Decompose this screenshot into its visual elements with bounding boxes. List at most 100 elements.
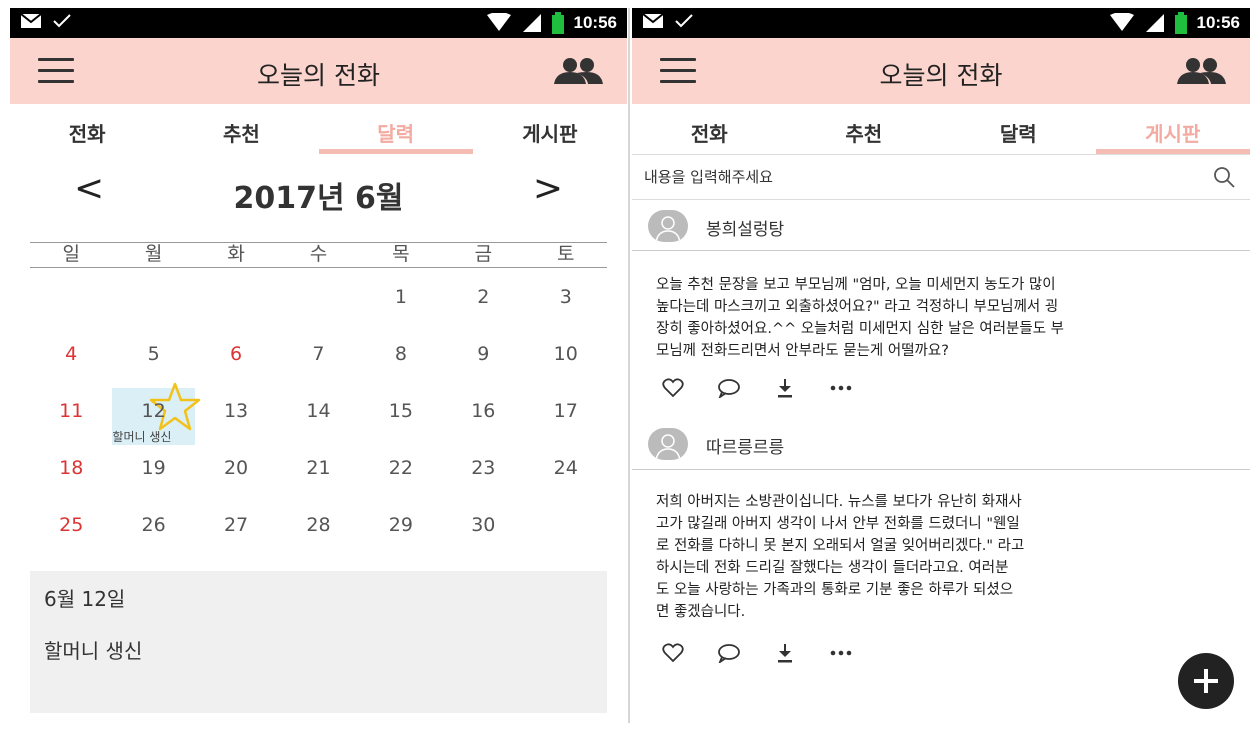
- calendar-day[interactable]: 16: [442, 388, 524, 445]
- download-icon[interactable]: [770, 642, 800, 664]
- post-divider: [632, 250, 1250, 251]
- day-number: 3: [559, 286, 572, 308]
- calendar-day[interactable]: 2: [442, 274, 524, 331]
- avatar[interactable]: [648, 428, 688, 460]
- day-number: 11: [59, 400, 84, 422]
- tab-calendar[interactable]: 달력: [941, 104, 1096, 154]
- download-icon[interactable]: [770, 377, 800, 399]
- calendar-day[interactable]: 3: [525, 274, 607, 331]
- calendar-day[interactable]: 11: [30, 388, 112, 445]
- calendar-day[interactable]: 29: [360, 502, 442, 559]
- calendar-screen: 10:56 오늘의 전화 전화 추천 달력 게시판 < 2017년 6월 > 일…: [10, 8, 627, 723]
- avatar[interactable]: [648, 210, 688, 242]
- detail-date: 6월 12일: [44, 587, 126, 611]
- detail-event: 할머니 생신: [44, 639, 143, 663]
- calendar-grid: 1 2 3 4 5 6 7 8 9 10 11 12 할머니 생신 13 14 15 16 17 18 19 20 21 2…: [30, 274, 607, 559]
- tab-recommend[interactable]: 추천: [787, 104, 942, 154]
- calendar-day[interactable]: 6: [195, 331, 277, 388]
- day-number: 25: [59, 514, 84, 536]
- calendar-day[interactable]: 5: [112, 331, 194, 388]
- calendar-day[interactable]: 14: [277, 388, 359, 445]
- calendar-day[interactable]: 13: [195, 388, 277, 445]
- day-number: 1: [394, 286, 407, 308]
- calendar-day[interactable]: 15: [360, 388, 442, 445]
- weekday-label: 일: [62, 243, 80, 265]
- calendar-day[interactable]: 28: [277, 502, 359, 559]
- calendar-week: 1 2 3: [30, 274, 607, 331]
- calendar-day[interactable]: 22: [360, 445, 442, 502]
- day-number: 10: [553, 343, 578, 365]
- more-icon[interactable]: [826, 377, 856, 399]
- calendar-day: [112, 274, 194, 331]
- search-input[interactable]: [642, 163, 1186, 191]
- calendar-day[interactable]: 25: [30, 502, 112, 559]
- status-bar: 10:56: [632, 8, 1250, 38]
- weekday-label: 목: [392, 243, 410, 265]
- calendar-day[interactable]: 21: [277, 445, 359, 502]
- day-number: 21: [306, 457, 331, 479]
- tab-recommend[interactable]: 추천: [164, 104, 318, 154]
- calendar-day[interactable]: 20: [195, 445, 277, 502]
- day-number: 5: [147, 343, 160, 365]
- heart-icon[interactable]: [658, 377, 688, 399]
- tab-call[interactable]: 전화: [632, 104, 787, 154]
- screen-divider: [628, 8, 630, 723]
- post-author[interactable]: 따르릉르릉: [706, 433, 784, 458]
- app-bar: 오늘의 전화: [632, 38, 1250, 104]
- calendar-day[interactable]: 17: [525, 388, 607, 445]
- month-navigation: < 2017년 6월 >: [10, 168, 627, 218]
- day-number: 14: [306, 400, 331, 422]
- battery-icon: [551, 12, 564, 34]
- calendar-day: [195, 274, 277, 331]
- day-number: 27: [223, 514, 249, 536]
- calendar-day[interactable]: 24: [525, 445, 607, 502]
- calendar-day[interactable]: 12 할머니 생신: [112, 382, 201, 445]
- tab-calendar[interactable]: 달력: [318, 104, 474, 154]
- tab-call[interactable]: 전화: [10, 104, 164, 154]
- calendar-week: 4 5 6 7 8 9 10: [30, 331, 607, 388]
- heart-icon[interactable]: [658, 642, 688, 664]
- calendar-day[interactable]: 1: [360, 274, 442, 331]
- day-number: 13: [223, 400, 249, 422]
- clock: 10:56: [1196, 13, 1240, 32]
- tab-bar: 전화 추천 달력 게시판: [10, 104, 627, 154]
- calendar-day[interactable]: 26: [112, 502, 194, 559]
- weekday-label: 화: [227, 243, 245, 265]
- day-number: 26: [141, 514, 166, 536]
- calendar-day[interactable]: 8: [360, 331, 442, 388]
- weekday-label: 토: [557, 243, 575, 265]
- next-month-button[interactable]: >: [533, 168, 563, 209]
- day-number: 24: [553, 457, 578, 479]
- calendar-day[interactable]: 23: [442, 445, 524, 502]
- day-number: 28: [306, 514, 331, 536]
- comment-icon[interactable]: [714, 377, 744, 399]
- search-icon[interactable]: [1212, 165, 1236, 189]
- day-number: 20: [223, 457, 249, 479]
- calendar-day[interactable]: 4: [30, 331, 112, 388]
- calendar-day[interactable]: 10: [525, 331, 607, 388]
- day-number: 7: [312, 343, 325, 365]
- people-icon[interactable]: [1174, 56, 1228, 90]
- calendar-day[interactable]: 18: [30, 445, 112, 502]
- wifi-icon: [486, 13, 511, 31]
- calendar-week: 18 19 20 21 22 23 24: [30, 445, 607, 502]
- calendar-day[interactable]: 27: [195, 502, 277, 559]
- day-number: 23: [471, 457, 496, 479]
- calendar-day[interactable]: 7: [277, 331, 359, 388]
- mail-icon: [20, 13, 42, 28]
- tab-board[interactable]: 게시판: [473, 104, 627, 154]
- tab-board[interactable]: 게시판: [1095, 104, 1250, 154]
- people-icon[interactable]: [551, 56, 605, 90]
- post-body: 저희 아버지는 소방관이십니다. 뉴스를 보다가 유난히 화재사 고가 많길래 …: [656, 494, 1025, 620]
- calendar-day[interactable]: 19: [112, 445, 194, 502]
- post-author[interactable]: 봉희설렁탕: [706, 215, 784, 240]
- calendar-day[interactable]: 30: [442, 502, 524, 559]
- weekday-label: 금: [474, 243, 493, 265]
- calendar-day[interactable]: 9: [442, 331, 524, 388]
- check-icon: [675, 14, 693, 28]
- comment-icon[interactable]: [714, 642, 744, 664]
- board-screen: 10:56 오늘의 전화 전화 추천 달력 게시판 봉희설렁탕 오늘 추천 문장…: [632, 8, 1250, 723]
- add-post-button[interactable]: [1178, 653, 1234, 709]
- day-number: 19: [141, 457, 166, 479]
- more-icon[interactable]: [826, 642, 856, 664]
